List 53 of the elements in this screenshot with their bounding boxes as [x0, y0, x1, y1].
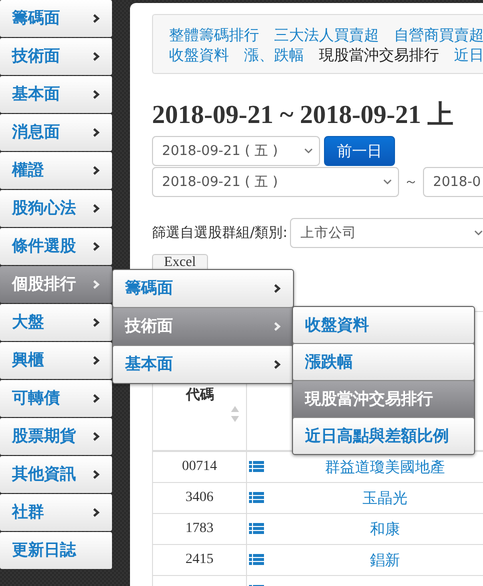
- date-select[interactable]: 2018-09-21 ( 五 ): [152, 136, 320, 166]
- sidebar-item[interactable]: 大盤: [0, 304, 112, 341]
- group-select[interactable]: 上市公司: [290, 218, 483, 248]
- range-separator: ～: [404, 173, 418, 191]
- sidebar-item[interactable]: 股狗心法: [0, 190, 112, 227]
- menu-item[interactable]: 近日高點與差額比例: [293, 418, 474, 454]
- caret-icon: [304, 148, 313, 154]
- menu-item[interactable]: 籌碼面: [113, 270, 293, 307]
- sidebar-item[interactable]: 可轉債: [0, 380, 112, 417]
- sidebar-item[interactable]: 社群: [0, 494, 112, 531]
- code-cell: 2415: [153, 545, 247, 575]
- sidebar-item[interactable]: 消息面: [0, 114, 112, 151]
- menu-item[interactable]: 技術面: [113, 308, 293, 345]
- page-heading: 2018-09-21 ~ 2018-09-21 上: [152, 100, 455, 130]
- code-cell: 1783: [153, 514, 247, 544]
- code-cell: 00714: [153, 452, 247, 482]
- stock-name-link[interactable]: 錩新: [370, 550, 400, 570]
- menu-item[interactable]: 現股當沖交易排行: [293, 381, 474, 417]
- sidebar-item[interactable]: 其他資訊: [0, 456, 112, 493]
- list-icon[interactable]: [249, 523, 264, 535]
- nav-link[interactable]: 整體籌碼排行: [169, 25, 259, 45]
- sidebar-item[interactable]: 權證: [0, 152, 112, 189]
- filter-label: 篩選自選股群組/類別:: [152, 224, 288, 242]
- sidebar-item[interactable]: 更新日誌: [0, 532, 112, 569]
- sidebar-item[interactable]: 興櫃: [0, 342, 112, 379]
- sidebar-item[interactable]: 基本面: [0, 76, 112, 113]
- prev-day-button[interactable]: 前一日: [324, 136, 395, 166]
- sidebar-item[interactable]: 條件選股: [0, 228, 112, 265]
- nav-link[interactable]: 現股當沖交易排行: [319, 45, 439, 65]
- caret-icon: [474, 230, 483, 236]
- stock-name-link[interactable]: 玉晶光: [362, 488, 408, 508]
- sidebar-item[interactable]: 籌碼面: [0, 0, 112, 37]
- stock-name-link[interactable]: 群益道瓊美國地產: [325, 458, 445, 476]
- code-cell: 3406: [153, 483, 247, 513]
- end-date-select[interactable]: 2018-0: [423, 167, 483, 197]
- column-header[interactable]: 代碼: [186, 386, 214, 404]
- start-date-select[interactable]: 2018-09-21 ( 五 ): [152, 167, 399, 197]
- sidebar-item[interactable]: 股票期貨: [0, 418, 112, 455]
- nav-link[interactable]: 漲、跌幅: [244, 45, 304, 65]
- caret-icon: [383, 179, 392, 185]
- list-icon[interactable]: [249, 461, 264, 473]
- stock-name-link[interactable]: 和康: [370, 520, 400, 538]
- sidebar-item[interactable]: 技術面: [0, 38, 112, 75]
- sidebar-item[interactable]: 個股排行: [0, 266, 112, 303]
- nav-link[interactable]: 收盤資料: [169, 45, 229, 65]
- menu-item[interactable]: 基本面: [113, 346, 293, 383]
- list-icon[interactable]: [249, 554, 264, 566]
- nav-link[interactable]: 近日: [454, 45, 483, 65]
- menu-item[interactable]: 收盤資料: [293, 307, 474, 343]
- menu-item[interactable]: 漲跌幅: [293, 344, 474, 380]
- list-icon[interactable]: [249, 492, 264, 504]
- nav-link[interactable]: 自營商買賣超: [394, 25, 483, 45]
- nav-link[interactable]: 三大法人買賣超: [274, 25, 379, 45]
